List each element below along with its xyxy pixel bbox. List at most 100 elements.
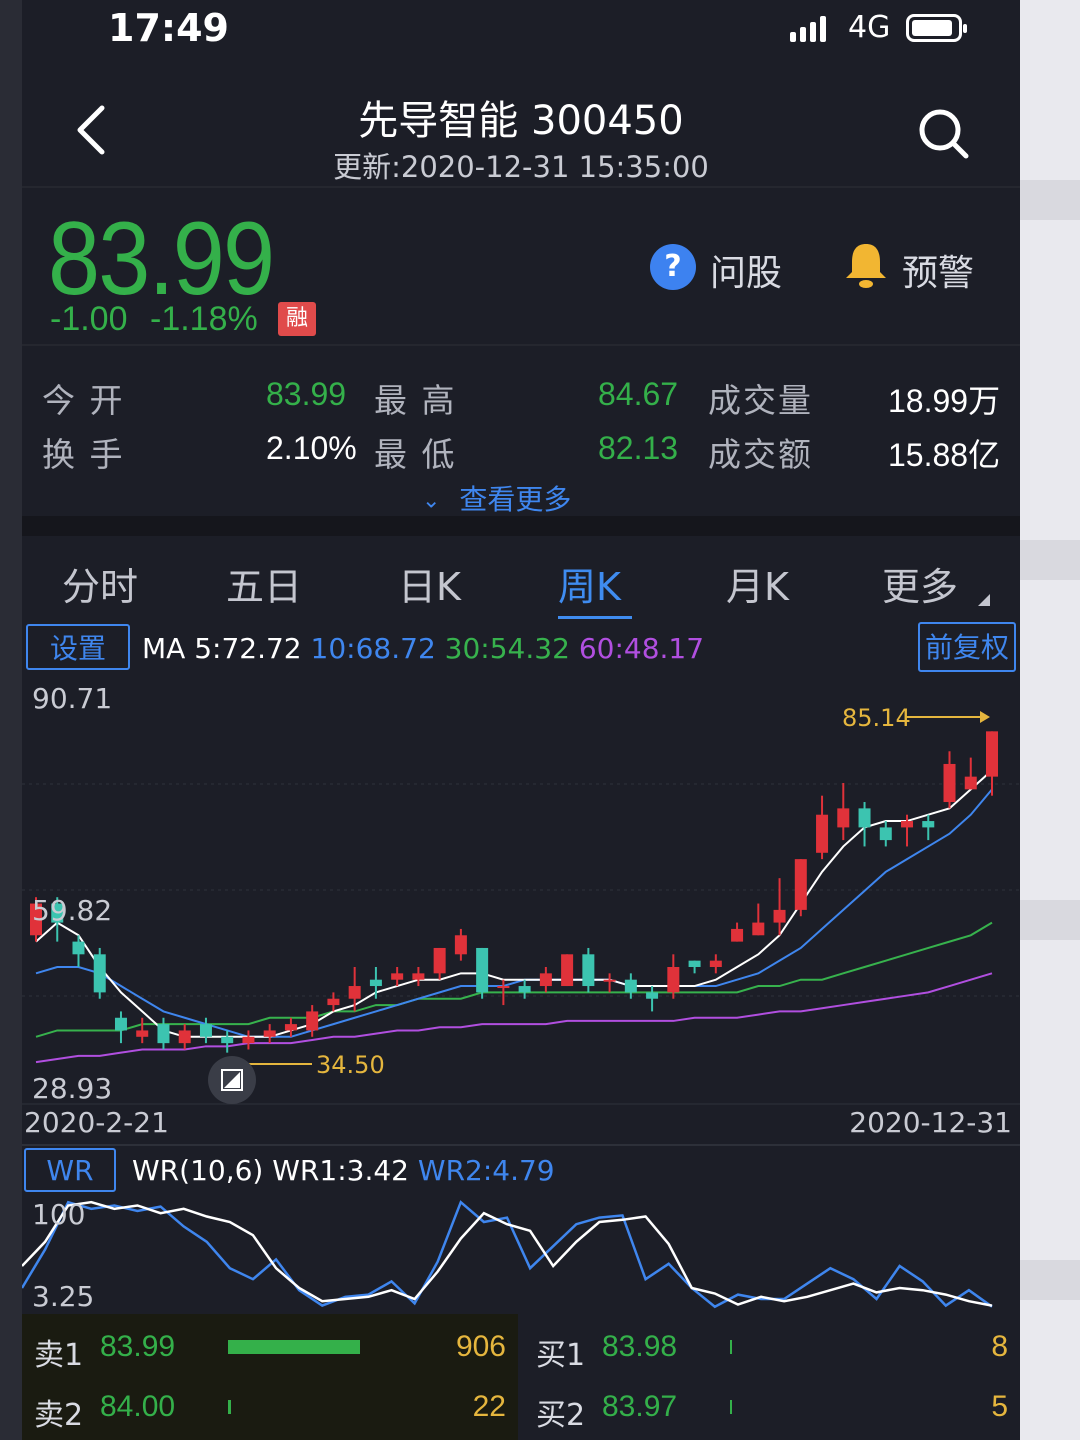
sell-orders-panel: 卖1 83.99 906 卖2 84.00 22 [22, 1314, 518, 1440]
candle [433, 947, 446, 980]
tab-intraday[interactable]: 分时 [62, 556, 138, 611]
y-min-label: 28.93 [32, 1072, 112, 1105]
wr2-line [22, 1200, 993, 1309]
ma10-value: 10:68.72 [310, 632, 436, 665]
tab-monthly-k[interactable]: 月K [726, 556, 789, 611]
indicator-select-button[interactable]: WR [24, 1148, 116, 1192]
candle [561, 954, 574, 987]
candle [93, 947, 106, 999]
stats-divider [22, 344, 1020, 346]
tab-daily-k[interactable]: 日K [398, 556, 461, 611]
candle [646, 986, 659, 1012]
sell2-volume-bar [228, 1400, 231, 1414]
candle [539, 966, 552, 993]
sell1-volume-bar [228, 1340, 360, 1354]
price-alert-button[interactable]: 预警 [902, 244, 974, 296]
candle [391, 966, 404, 987]
candle [157, 1017, 170, 1050]
stat-label-high: 最 高 [374, 381, 457, 420]
wr-top-label: 100 [32, 1198, 85, 1231]
candle [221, 1030, 234, 1053]
section-separator [22, 516, 1020, 536]
candle [284, 1017, 297, 1037]
kline-chart[interactable]: 90.71 59.82 28.93 85.14 34.50 [22, 676, 1020, 1106]
tab-more[interactable]: 更多 [882, 556, 958, 611]
sell2-label: 卖2 [34, 1398, 84, 1433]
candle [178, 1024, 191, 1050]
ma5-value: 5:72.72 [194, 632, 302, 665]
status-time: 17:49 [108, 6, 229, 50]
stat-value-low: 82.13 [598, 430, 679, 466]
chevron-down-icon: ⌄ [422, 488, 441, 514]
wr-params: WR(10,6) [132, 1154, 264, 1187]
bell-icon[interactable] [842, 240, 890, 290]
see-more-button[interactable]: ⌄ 查看更多 [422, 478, 571, 518]
stat-value-high: 84.67 [598, 376, 679, 412]
candle [242, 1030, 255, 1050]
background-left-edge [0, 0, 22, 1440]
buy1-volume: 8 [991, 1330, 1008, 1363]
see-more-label: 查看更多 [459, 483, 572, 516]
ma30-value: 30:54.32 [444, 632, 570, 665]
candle [582, 947, 595, 993]
candle [752, 903, 765, 936]
max-price-label: 85.14 [842, 704, 911, 732]
question-icon[interactable]: ? [650, 244, 696, 290]
ask-stock-button[interactable]: 问股 [710, 244, 782, 296]
update-time: 更新:2020-12-31 15:35:00 [333, 150, 709, 184]
buy2-volume-bar [730, 1400, 732, 1414]
buy2-price: 83.97 [602, 1390, 678, 1423]
tab-weekly-k[interactable]: 周K [558, 556, 621, 611]
ma-legend: MA 5:72.72 10:68.72 30:54.32 60:48.17 [142, 632, 704, 665]
candle [454, 928, 467, 961]
candle [794, 859, 807, 917]
candle [773, 878, 786, 936]
candle [603, 973, 616, 993]
candle [943, 751, 956, 809]
fullscreen-icon[interactable] [208, 1056, 256, 1104]
settings-button[interactable]: 设置 [26, 624, 130, 670]
ma60-value: 60:48.17 [578, 632, 705, 665]
wr-indicator-chart[interactable]: 100 3.25 [22, 1192, 1020, 1314]
stat-value-turnover: 2.10% [266, 430, 357, 466]
candle [263, 1024, 276, 1044]
dropdown-corner-icon [978, 594, 990, 606]
buy1-volume-bar [730, 1340, 732, 1354]
price-change: -1.00 [50, 300, 128, 338]
header-divider [22, 186, 1020, 188]
candle [688, 960, 701, 974]
margin-trading-badge: 融 [278, 302, 316, 336]
stock-title: 先导智能 300450 [358, 98, 684, 144]
candle [199, 1017, 212, 1044]
search-icon[interactable] [918, 108, 970, 160]
min-price-label: 34.50 [316, 1051, 385, 1079]
candle [709, 954, 722, 974]
battery-icon [906, 14, 967, 42]
candle [922, 814, 935, 841]
buy1-price: 83.98 [602, 1330, 678, 1363]
wr2-value: WR2:4.79 [417, 1154, 555, 1187]
indicator-divider [22, 1144, 1020, 1146]
stat-value-amount: 15.88亿 [888, 437, 1001, 473]
candle [858, 802, 871, 847]
forward-adjust-button[interactable]: 前复权 [918, 622, 1016, 672]
stat-label-volume: 成交量 [708, 381, 813, 420]
buy2-label: 买2 [536, 1398, 586, 1433]
candle [986, 731, 998, 796]
stat-label-turnover: 换 手 [42, 435, 125, 474]
y-mid-label: 59.82 [32, 894, 112, 927]
buy2-volume: 5 [991, 1390, 1008, 1423]
wr-bottom-label: 3.25 [32, 1280, 94, 1313]
stat-label-open: 今 开 [42, 381, 125, 420]
candle [731, 922, 744, 942]
wr-legend: WR(10,6) WR1:3.42 WR2:4.79 [132, 1154, 555, 1187]
candle [348, 966, 361, 1012]
buy1-label: 买1 [536, 1338, 586, 1373]
candle [837, 782, 850, 841]
tab-five-day[interactable]: 五日 [226, 556, 302, 611]
signal-icon [790, 16, 826, 42]
x-start-date: 2020-2-21 [24, 1106, 169, 1139]
y-max-label: 90.71 [32, 682, 112, 715]
stat-value-open: 83.99 [266, 376, 347, 412]
background-right-edge [1020, 0, 1080, 1440]
